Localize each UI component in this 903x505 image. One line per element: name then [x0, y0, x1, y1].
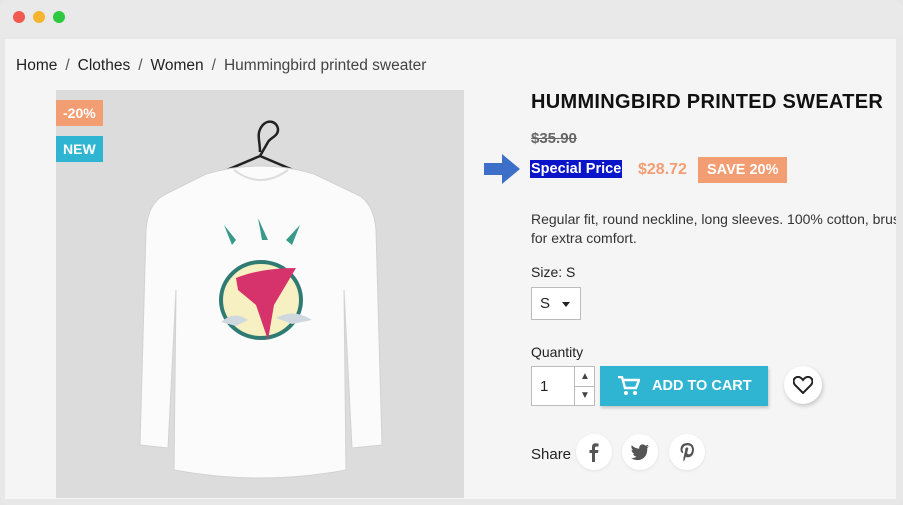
- product-title: HUMMINGBIRD PRINTED SWEATER: [531, 91, 884, 113]
- save-badge: SAVE 20%: [698, 157, 788, 183]
- quantity-stepper: 1 ▲ ▼: [531, 366, 595, 406]
- breadcrumb: Home / Clothes / Women / Hummingbird printed s…: [16, 57, 426, 75]
- twitter-share-button[interactable]: [622, 434, 658, 470]
- current-price: $28.72: [638, 161, 687, 178]
- quantity-input[interactable]: 1: [540, 378, 548, 395]
- add-to-cart-button[interactable]: ADD TO CART: [600, 366, 768, 406]
- breadcrumb-women[interactable]: Women: [151, 57, 204, 74]
- description-line: Regular fit, round neckline, long sleeve…: [531, 211, 896, 227]
- facebook-icon: [589, 443, 599, 462]
- minimize-window-button[interactable]: [33, 11, 45, 23]
- facebook-share-button[interactable]: [576, 434, 612, 470]
- pinterest-share-button[interactable]: [669, 434, 705, 470]
- add-to-cart-label: ADD TO CART: [652, 378, 752, 394]
- breadcrumb-separator: /: [65, 57, 70, 74]
- product-page: Home / Clothes / Women / Hummingbird printed s…: [5, 39, 896, 499]
- heart-icon: [793, 376, 813, 394]
- discount-badge: -20%: [56, 100, 103, 126]
- arrow-right-icon: [484, 154, 520, 184]
- special-price-label: Special Price: [530, 160, 623, 178]
- close-window-button[interactable]: [13, 11, 25, 23]
- size-select-value: S: [540, 295, 551, 312]
- twitter-icon: [631, 444, 649, 461]
- share-label: Share: [531, 446, 572, 463]
- title-bar: [0, 0, 903, 34]
- description-line: for extra comfort.: [531, 230, 637, 246]
- regular-price: $35.90: [531, 130, 577, 147]
- breadcrumb-separator: /: [211, 57, 216, 74]
- size-select[interactable]: S: [531, 287, 581, 320]
- wishlist-button[interactable]: [784, 366, 822, 404]
- new-badge: NEW: [56, 136, 103, 162]
- browser-window: Home / Clothes / Women / Hummingbird printed s…: [0, 0, 903, 505]
- sweater-illustration: [139, 120, 383, 479]
- quantity-label: Quantity: [531, 344, 584, 360]
- chevron-down-icon: [562, 302, 570, 307]
- breadcrumb-home[interactable]: Home: [16, 57, 57, 74]
- maximize-window-button[interactable]: [53, 11, 65, 23]
- pinterest-icon: [680, 443, 694, 462]
- product-description: Regular fit, round neckline, long sleeve…: [531, 210, 896, 248]
- shopping-cart-icon: [618, 376, 640, 395]
- breadcrumb-current: Hummingbird printed sweater: [223, 57, 427, 74]
- size-label: Size: S: [531, 264, 576, 280]
- breadcrumb-clothes[interactable]: Clothes: [78, 57, 131, 74]
- product-image[interactable]: [56, 90, 464, 498]
- breadcrumb-separator: /: [138, 57, 143, 74]
- quantity-increase-button[interactable]: ▲: [574, 367, 595, 387]
- quantity-decrease-button[interactable]: ▼: [574, 386, 595, 405]
